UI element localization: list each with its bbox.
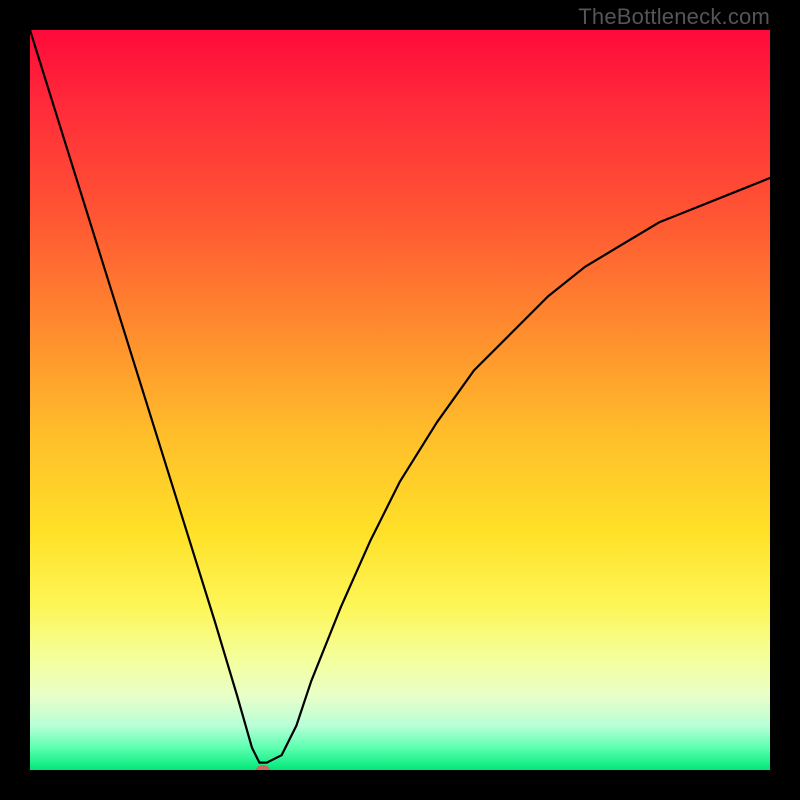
minimum-marker [256, 765, 270, 770]
bottleneck-curve [30, 30, 770, 770]
watermark-text: TheBottleneck.com [578, 4, 770, 30]
chart-area [30, 30, 770, 770]
